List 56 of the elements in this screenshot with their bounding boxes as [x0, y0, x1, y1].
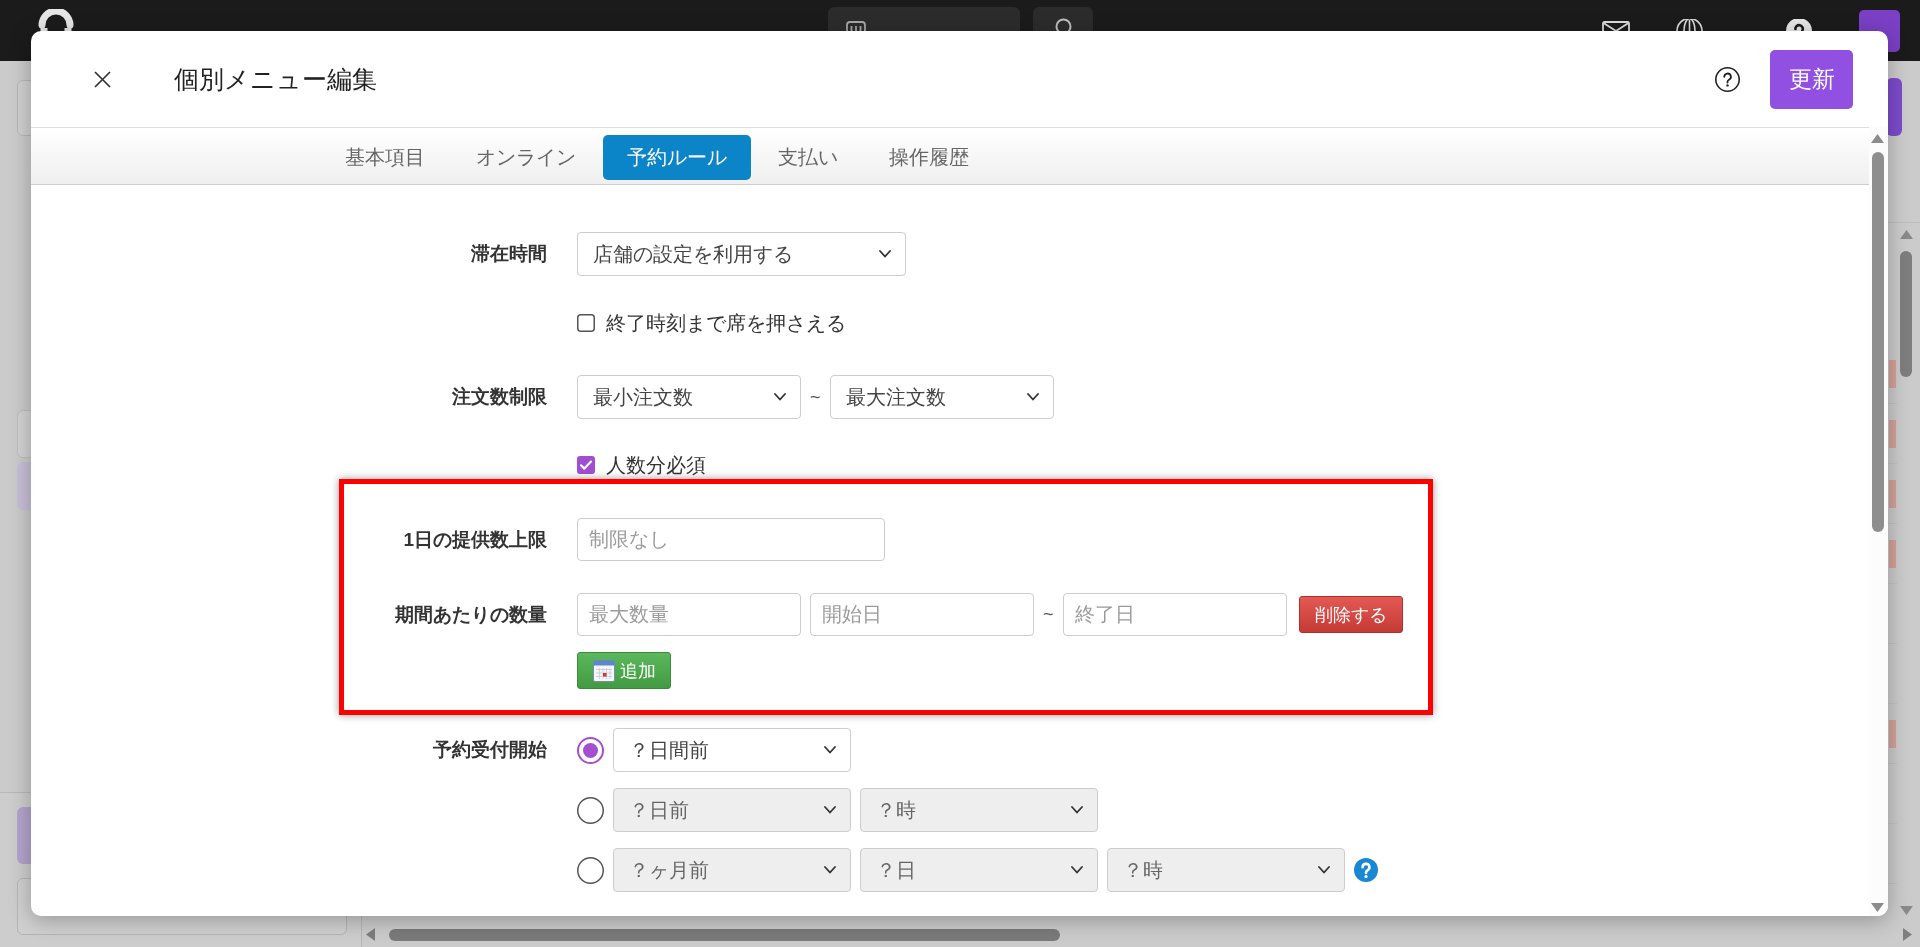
scroll-up-icon[interactable]	[1871, 134, 1884, 143]
scroll-left-icon[interactable]	[366, 928, 375, 941]
scrollbar-thumb[interactable]	[1871, 152, 1884, 532]
field-label: 期間あたりの数量	[394, 602, 547, 627]
chevron-down-icon	[824, 746, 836, 754]
help-icon[interactable]	[1786, 19, 1812, 31]
scrollbar-thumb[interactable]	[1900, 251, 1912, 377]
tab[interactable]: 支払い	[754, 135, 862, 180]
checkbox[interactable]	[577, 314, 595, 332]
tab[interactable]: 基本項目	[321, 135, 449, 180]
tab[interactable]: 操作履歴	[865, 135, 993, 180]
input-field[interactable]: 開始日	[810, 593, 1034, 636]
close-icon[interactable]	[94, 70, 111, 88]
logo-icon[interactable]	[37, 9, 75, 31]
radio-button[interactable]	[577, 856, 604, 884]
chevron-down-icon	[1318, 866, 1330, 874]
tab[interactable]: オンライン	[452, 135, 600, 180]
checkbox[interactable]	[577, 456, 595, 474]
scroll-right-icon[interactable]	[1903, 928, 1912, 941]
range-separator: ~	[1043, 604, 1054, 625]
radio-button[interactable]	[577, 796, 604, 824]
calendar-icon	[593, 659, 615, 682]
input-field[interactable]: 制限なし	[577, 518, 885, 561]
delete-button[interactable]: 削除する	[1298, 596, 1403, 633]
chevron-down-icon	[879, 250, 891, 258]
radio-button[interactable]	[577, 736, 604, 764]
scroll-down-icon[interactable]	[1871, 903, 1884, 912]
input-field[interactable]: 最大数量	[577, 593, 801, 636]
input-field[interactable]: 終了日	[1062, 593, 1287, 636]
field-label: 予約受付開始	[432, 738, 547, 762]
chevron-down-icon	[1071, 806, 1083, 814]
add-button[interactable]: 追加	[577, 652, 671, 689]
range-separator: ~	[810, 386, 821, 408]
dropdown[interactable]: ？日間前	[613, 728, 851, 772]
field-label: 1日の提供数上限	[402, 527, 547, 552]
store-icon	[846, 21, 866, 31]
dropdown[interactable]: 最小注文数	[577, 375, 801, 419]
scrollbar-thumb[interactable]	[389, 928, 1060, 941]
help-icon[interactable]	[1715, 66, 1740, 92]
mail-icon[interactable]	[1602, 21, 1630, 31]
chevron-down-icon	[824, 806, 836, 814]
dropdown[interactable]: 最大注文数	[829, 375, 1054, 419]
tab[interactable]: 予約ルール	[603, 135, 751, 180]
field-label: 注文数制限	[451, 385, 547, 409]
chevron-down-icon	[1026, 393, 1039, 401]
checkbox-label[interactable]: 人数分必須	[606, 450, 706, 480]
dialog-title: 個別メニュー編集	[174, 63, 377, 95]
dropdown[interactable]: 店舗の設定を利用する	[577, 232, 906, 276]
chevron-down-icon	[1071, 866, 1083, 874]
field-label: 滞在時間	[470, 242, 547, 266]
chevron-down-icon	[824, 866, 836, 874]
checkbox-label[interactable]: 終了時刻まで席を押さえる	[606, 308, 846, 338]
update-button[interactable]: 更新	[1770, 49, 1853, 109]
search-icon	[1054, 18, 1072, 31]
chevron-down-icon	[774, 393, 786, 401]
globe-icon[interactable]	[1676, 19, 1703, 31]
